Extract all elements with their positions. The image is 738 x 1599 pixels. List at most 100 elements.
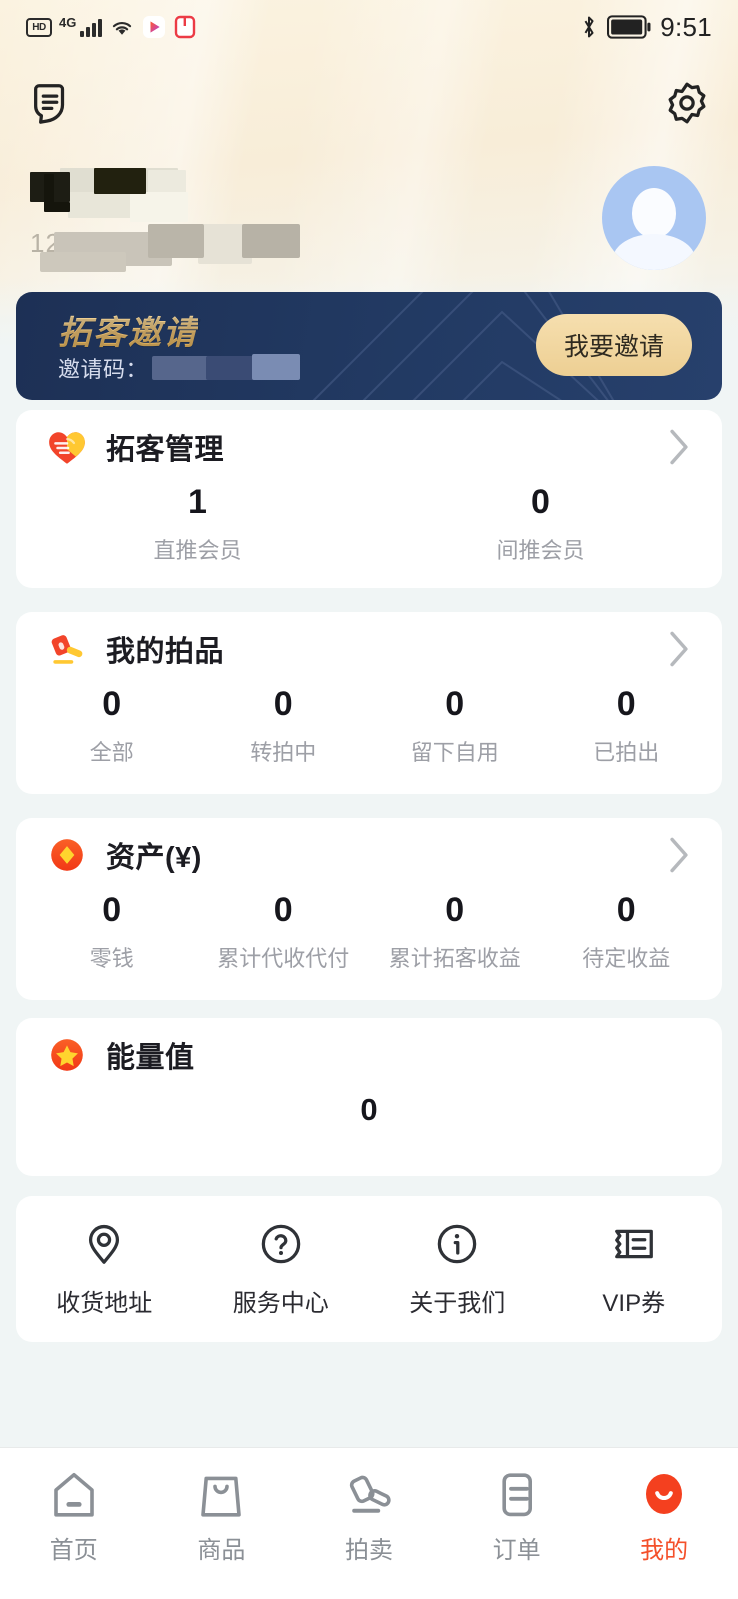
stat-label: 已拍出	[593, 740, 660, 766]
stat-label: 间推会员	[496, 538, 585, 564]
quick-link-vip-coupon[interactable]: VIP券	[546, 1221, 723, 1318]
stat-value: 0	[273, 685, 293, 723]
card-header[interactable]: 拓客管理	[16, 410, 722, 484]
phone-redacted: 12	[30, 224, 330, 272]
gear-icon[interactable]	[664, 80, 710, 126]
status-bar: HD 4G 9:51	[0, 0, 738, 54]
invite-banner[interactable]: 拓客邀请 邀请码： 我要邀请	[16, 292, 722, 400]
stat-label: 留下自用	[410, 740, 499, 766]
tab-auction[interactable]: 拍卖	[295, 1470, 443, 1565]
stat-label: 零钱	[89, 946, 134, 972]
stat-value: 0	[445, 891, 465, 929]
question-circle-icon	[261, 1224, 301, 1263]
quick-link-label: 收货地址	[56, 1289, 153, 1317]
banner-title: 拓客邀请	[58, 306, 198, 354]
stat-label: 直推会员	[153, 538, 242, 564]
tab-label: 订单	[492, 1537, 541, 1564]
stat-value: 0	[102, 685, 122, 723]
my-auction-items-card[interactable]: 我的拍品 0 全部 0 转拍中 0 留下自用 0 已拍出	[16, 612, 722, 794]
stat-label: 累计代收代付	[217, 946, 350, 972]
tab-home[interactable]: 首页	[0, 1470, 148, 1565]
coin-diamond-icon	[51, 839, 83, 871]
quick-link-label: VIP券	[602, 1289, 666, 1317]
stat-label: 累计拓客收益	[388, 946, 521, 972]
stat-value: 0	[531, 483, 550, 521]
assets-card[interactable]: 资产(¥) 0 零钱 0 累计代收代付 0 累计拓客收益 0 待定收益	[16, 818, 722, 1000]
handshake-heart-icon	[49, 432, 85, 464]
quick-link-address[interactable]: 收货地址	[16, 1221, 193, 1318]
invite-code-label: 邀请码：	[58, 357, 149, 382]
card-header[interactable]: 我的拍品	[16, 612, 722, 686]
chevron-right-icon[interactable]	[666, 630, 692, 668]
tab-label: 我的	[640, 1537, 689, 1564]
stat-value: 0	[102, 891, 122, 929]
customer-management-card[interactable]: 拓客管理 1 直推会员 0 间推会员	[16, 410, 722, 588]
tab-orders[interactable]: 订单	[443, 1470, 591, 1565]
stat-item[interactable]: 1 直推会员	[26, 483, 369, 565]
bluetooth-icon	[584, 16, 594, 38]
tab-products[interactable]: 商品	[148, 1470, 296, 1565]
card-title: 拓客管理	[106, 434, 225, 466]
chevron-right-icon[interactable]	[666, 428, 692, 466]
stat-item[interactable]: 0 累计拓客收益	[369, 891, 541, 973]
profile-smile-icon	[646, 1474, 683, 1514]
invite-button[interactable]: 我要邀请	[536, 314, 692, 376]
card-stats: 0 全部 0 转拍中 0 留下自用 0 已拍出	[16, 685, 722, 795]
header-icon-row	[0, 72, 738, 134]
tab-label: 拍卖	[344, 1537, 393, 1564]
bag-icon	[201, 1476, 242, 1517]
stat-value: 0	[273, 891, 293, 929]
order-list-icon	[501, 1473, 532, 1517]
stat-item[interactable]: 0 累计代收代付	[198, 891, 370, 973]
stat-item[interactable]: 0 待定收益	[541, 891, 713, 973]
card-stats: 1 直推会员 0 间推会员	[16, 483, 722, 593]
battery-icon	[607, 15, 651, 39]
status-bar-right: 9:51	[580, 12, 712, 43]
location-pin-icon	[89, 1224, 120, 1264]
gavel-outline-icon	[349, 1475, 391, 1513]
avatar-body	[613, 234, 695, 270]
ticket-icon	[614, 1229, 653, 1258]
quick-link-label: 关于我们	[409, 1289, 506, 1317]
card-header[interactable]: 资产(¥)	[16, 818, 722, 892]
stat-value: 0	[616, 685, 636, 723]
card-title: 能量值	[106, 1042, 195, 1074]
stat-label: 全部	[89, 740, 134, 766]
invite-code-redacted	[152, 354, 312, 382]
network-type-label: 4G	[59, 14, 77, 30]
stat-label: 待定收益	[582, 946, 671, 972]
chevron-right-icon[interactable]	[666, 836, 692, 874]
stat-value: 0	[616, 891, 636, 929]
book-app-icon	[175, 15, 196, 39]
wifi-icon	[113, 22, 132, 35]
tab-label: 商品	[197, 1537, 246, 1564]
username-redacted	[30, 168, 325, 222]
gavel-icon	[51, 635, 83, 664]
energy-value-card: 能量值 0	[16, 1018, 722, 1176]
quick-link-service[interactable]: 服务中心	[193, 1221, 370, 1318]
card-title: 我的拍品	[106, 636, 225, 668]
stat-item[interactable]: 0 已拍出	[541, 685, 713, 767]
quick-links-row: 收货地址 服务中心 关于我们 VIP券	[16, 1196, 722, 1342]
star-circle-icon	[51, 1039, 83, 1071]
info-circle-icon	[437, 1224, 477, 1263]
user-info: 12	[30, 168, 410, 272]
stat-item[interactable]: 0 间推会员	[369, 483, 712, 565]
stat-value: 1	[188, 483, 207, 521]
notes-icon[interactable]	[28, 80, 74, 126]
quick-link-about[interactable]: 关于我们	[369, 1221, 546, 1318]
avatar[interactable]	[602, 166, 706, 270]
status-bar-left: HD 4G	[26, 15, 197, 39]
invite-code-row: 邀请码：	[58, 352, 312, 384]
stat-item[interactable]: 0 全部	[26, 685, 198, 767]
tab-profile[interactable]: 我的	[590, 1470, 738, 1565]
stat-item[interactable]: 0 留下自用	[369, 685, 541, 767]
energy-value: 0	[360, 1092, 378, 1127]
stat-item[interactable]: 0 零钱	[26, 891, 198, 973]
video-app-icon	[143, 16, 166, 38]
quick-link-label: 服务中心	[232, 1289, 329, 1317]
status-bar-time: 9:51	[660, 11, 712, 42]
avatar-head	[632, 188, 676, 238]
stat-label: 转拍中	[250, 740, 317, 766]
stat-item[interactable]: 0 转拍中	[198, 685, 370, 767]
